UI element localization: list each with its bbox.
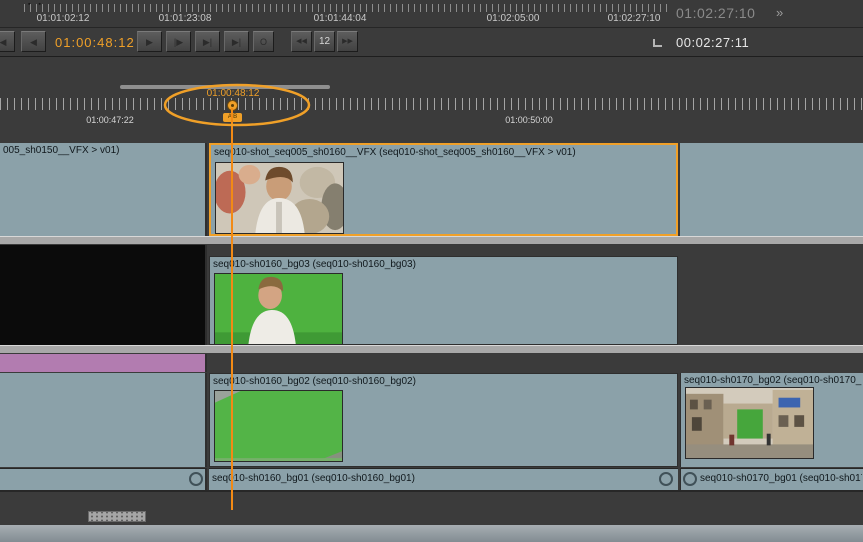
go-to-end-button[interactable]: ▶| — [224, 31, 249, 52]
clip-v3-purple[interactable] — [0, 354, 207, 372]
chevron-right-icon[interactable]: » — [776, 5, 783, 20]
position-timecode[interactable]: 01:00:48:12 — [55, 35, 135, 50]
clip-v2-filler-black[interactable] — [0, 245, 207, 345]
motion-adapter-icon — [683, 472, 697, 486]
fast-forward-button[interactable]: ▶▶ — [337, 31, 358, 52]
ruler-tick-label: 01:02:27:10 — [594, 13, 674, 24]
rewind-button[interactable]: ◀◀ — [291, 31, 312, 52]
mark-out-button[interactable]: O — [253, 31, 274, 52]
ruler-label-right: 01:00:50:00 — [489, 115, 569, 125]
sequence-ruler: ▪ ▪ 01:01:02:12 01:01:23:08 01:01:44:04 … — [0, 0, 863, 28]
motion-adapter-icon — [659, 472, 673, 486]
frame-count-field[interactable]: 12 — [314, 31, 335, 52]
clip-v3-right[interactable]: seq010-sh0170_bg02 (seq010-sh0170_bg02) — [680, 373, 863, 467]
sequence-ruler-ticks — [24, 4, 672, 12]
clip-v4[interactable]: seq010-sh0160_bg01 (seq010-sh0160_bg01) — [209, 468, 678, 490]
clip-v1-right[interactable] — [680, 143, 863, 236]
clip-label: seq010-sh0170_bg02 (seq010-sh0170_bg02) — [684, 375, 862, 386]
play-button[interactable]: ▶ — [137, 31, 162, 52]
edit-point-icon[interactable] — [653, 39, 662, 47]
clip-thumbnail-boy-crowd — [215, 162, 344, 234]
clip-thumbnail-boy-greenscreen — [214, 273, 343, 345]
clip-v3-left[interactable] — [0, 373, 207, 467]
duration-timecode: 00:02:27:11 — [676, 35, 749, 50]
play-to-out-button[interactable]: |▶ — [166, 31, 191, 52]
timeline-ruler-ticks[interactable] — [0, 98, 863, 110]
clip-v1-selected[interactable]: seq010-shot_seq005_sh0160__VFX (seq010-s… — [209, 143, 678, 236]
nle-timeline-window: ▪ ▪ 01:01:02:12 01:01:23:08 01:01:44:04 … — [0, 0, 863, 542]
next-edit-button[interactable]: ▶| — [195, 31, 220, 52]
playhead-line[interactable] — [231, 108, 233, 510]
clip-v2[interactable]: seq010-sh0160_bg03 (seq010-sh0160_bg03) — [209, 256, 678, 345]
ruler-tick-label: 01:01:02:12 — [23, 13, 103, 24]
clip-v4-left[interactable] — [0, 468, 207, 490]
clip-label: seq010-shot_seq005_sh0160__VFX (seq010-s… — [214, 147, 675, 158]
h-scrollbar-handle[interactable] — [88, 511, 146, 522]
clip-thumbnail-street — [685, 387, 814, 459]
track-separator[interactable] — [0, 345, 863, 354]
sequence-end-timecode: 01:02:27:10 — [676, 5, 755, 21]
status-bar: Channel Count: 379 Localization Mode: Of… — [0, 525, 863, 542]
clip-label: seq010-sh0170_bg01 (seq010-sh0170_bg01) — [700, 473, 862, 484]
clip-v3[interactable]: seq010-sh0160_bg02 (seq010-sh0160_bg02) — [209, 373, 678, 467]
clip-label: seq010-sh0160_bg02 (seq010-sh0160_bg02) — [213, 376, 676, 387]
timeline-bottom-divider — [0, 490, 863, 492]
clip-thumbnail-greenscreen — [214, 390, 343, 462]
transport-bar: ◀ ◀ 01:00:48:12 ▶ |▶ ▶| ▶| O ◀◀ 12 ▶▶ 00… — [0, 28, 863, 57]
clip-label: 005_sh0150__VFX > v01) — [3, 145, 204, 156]
ruler-tick-label: 01:01:44:04 — [300, 13, 380, 24]
go-to-start-button[interactable]: ◀ — [0, 31, 15, 52]
clip-v1-left[interactable]: 005_sh0150__VFX > v01) — [0, 143, 207, 236]
ruler-tick-label: 01:01:23:08 — [145, 13, 225, 24]
playhead-timecode-label: 01:00:48:12 — [189, 88, 277, 99]
clip-label: seq010-sh0160_bg03 (seq010-sh0160_bg03) — [213, 259, 676, 270]
motion-adapter-icon — [189, 472, 203, 486]
track-separator[interactable] — [0, 236, 863, 245]
step-back-button[interactable]: ◀ — [21, 31, 46, 52]
clip-label: seq010-sh0160_bg01 (seq010-sh0160_bg01) — [212, 473, 677, 484]
ruler-label-left: 01:00:47:22 — [70, 115, 150, 125]
clip-v4-right[interactable]: seq010-sh0170_bg01 (seq010-sh0170_bg01) — [680, 468, 863, 490]
ruler-tick-label: 01:02:05:00 — [473, 13, 553, 24]
